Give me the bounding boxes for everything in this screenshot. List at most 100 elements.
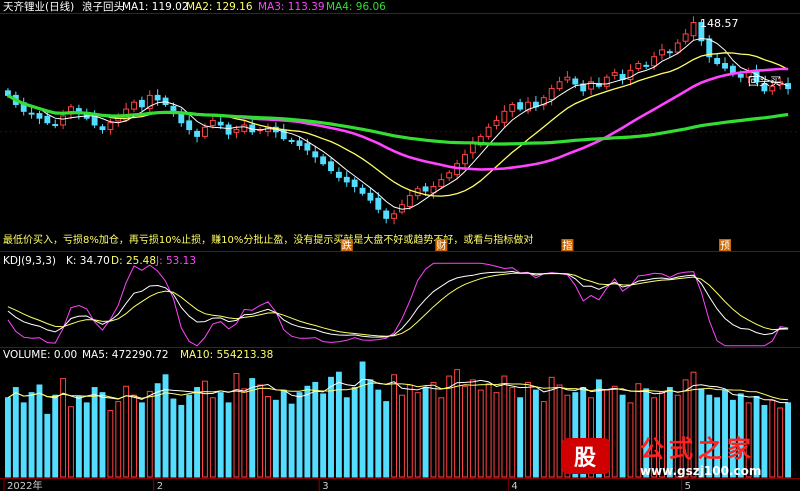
candle-body: [493, 119, 500, 126]
chart-window: 天齐锂业(日线) 浪子回头 MA1: 119.02 MA2: 129.16 MA…: [0, 0, 800, 491]
event-tag-label: 跌: [342, 239, 352, 252]
volume-bar: [422, 387, 429, 478]
volume-bar: [296, 392, 303, 478]
volume-bar: [52, 394, 59, 478]
candle-body: [359, 187, 366, 194]
axis-label: 4: [511, 481, 517, 491]
moving-averages: [7, 37, 789, 210]
axis-label: 5: [685, 481, 691, 491]
volume-title: VOLUME: 0.00: [3, 349, 77, 361]
candle-body: [643, 64, 650, 67]
volume-bar: [225, 402, 232, 478]
candle-body: [304, 143, 311, 151]
candle-body: [785, 83, 792, 90]
candle-body: [517, 102, 524, 110]
volume-bar: [123, 385, 130, 478]
volume-bar: [414, 392, 421, 478]
volume-bar: [209, 397, 216, 478]
volume-bar: [75, 396, 82, 478]
candle-body: [351, 179, 358, 187]
event-tag-label: 预: [720, 240, 730, 252]
candle-body: [186, 120, 193, 131]
candle-body: [651, 56, 658, 67]
logo-char: 股: [574, 446, 596, 471]
volume-bar: [91, 387, 98, 478]
candle-body: [225, 124, 232, 135]
chart-canvas[interactable]: 天齐锂业(日线) 浪子回头 MA1: 119.02 MA2: 129.16 MA…: [0, 0, 800, 491]
candle-body: [52, 124, 59, 127]
brand-url: www.gszj100.com: [640, 464, 761, 478]
volume-bar: [233, 373, 240, 478]
candle-body: [659, 49, 665, 56]
volume-bar: [343, 397, 350, 478]
ma1-line: [7, 37, 789, 210]
candle-body: [603, 76, 610, 87]
ma4-label: MA4: 96.06: [326, 1, 386, 13]
volume-bar: [20, 402, 27, 478]
candle-body: [674, 42, 681, 53]
peak-price-label: 148.57: [700, 17, 739, 30]
candle-body: [438, 179, 445, 187]
volume-bar: [525, 381, 531, 478]
candle-body: [635, 63, 642, 70]
volume-bar: [540, 401, 547, 478]
volume-bar: [241, 388, 248, 478]
volume-bar: [28, 392, 35, 478]
candle-body: [462, 154, 468, 165]
volume-bar: [131, 394, 137, 478]
candle-body: [391, 213, 398, 219]
candle-body: [194, 130, 201, 137]
candle-body: [343, 176, 350, 183]
candle-body: [328, 161, 334, 172]
axis-label: 2022年: [7, 479, 42, 491]
candle-body: [682, 33, 689, 42]
candle-body: [666, 51, 673, 54]
volume-bar: [320, 393, 327, 478]
volume-bar: [367, 379, 374, 478]
volume-bar: [375, 389, 382, 478]
volume-bar: [12, 387, 19, 478]
volume-bar: [265, 396, 271, 478]
ma1-label: MA1: 119.02: [122, 1, 189, 13]
candle-body: [556, 81, 563, 90]
candle-body: [722, 63, 728, 69]
candle-body: [469, 142, 476, 154]
candle-body: [729, 65, 736, 74]
volume-bar: [304, 385, 311, 478]
volume-bar: [777, 407, 784, 478]
candle-body: [99, 126, 106, 131]
candle-body: [690, 22, 697, 37]
candle-body: [91, 115, 98, 126]
volume-bar: [548, 376, 555, 478]
strategy-text: 最低价买入，亏损8%加仓，再亏损10%止损，赚10%分批止盈，没有提示买就是大盘…: [3, 233, 533, 246]
volume-bar: [335, 371, 342, 478]
ma2-label: MA2: 129.16: [186, 1, 253, 13]
candle-body: [509, 104, 516, 112]
candle-body: [548, 88, 555, 101]
volume-bar: [4, 397, 11, 478]
volume-bar: [138, 402, 145, 478]
candle-body: [611, 72, 618, 76]
watermark: 股 公式之家 www.gszj100.com: [562, 435, 761, 478]
price-header: 天齐锂业(日线) 浪子回头 MA1: 119.02 MA2: 129.16 MA…: [3, 0, 386, 13]
volume-bar: [83, 402, 90, 478]
candle-body: [154, 94, 161, 101]
candle-body: [233, 129, 240, 133]
time-axis: 2022年 2 3 4 5: [3, 478, 691, 491]
kdj-panel: [7, 262, 789, 347]
volume-bar: [619, 394, 626, 478]
volume-bar: [68, 406, 74, 478]
volume-bar: [99, 392, 106, 478]
stock-title: 天齐锂业(日线): [3, 0, 74, 13]
candle-body: [383, 210, 390, 219]
kdj-header: KDJ(9,3,3) K: 34.70 D: 25.48 J: 53.13: [3, 255, 196, 267]
volume-bar: [556, 384, 563, 478]
volume-bar: [178, 404, 185, 478]
candle-body: [406, 195, 413, 208]
kdj-k-label: K: 34.70: [66, 255, 110, 267]
candle-body: [375, 197, 382, 210]
candle-body: [446, 172, 453, 179]
candle-body: [107, 122, 114, 131]
volume-bar: [272, 399, 279, 478]
volume-ma10-label: MA10: 554213.38: [180, 349, 273, 361]
